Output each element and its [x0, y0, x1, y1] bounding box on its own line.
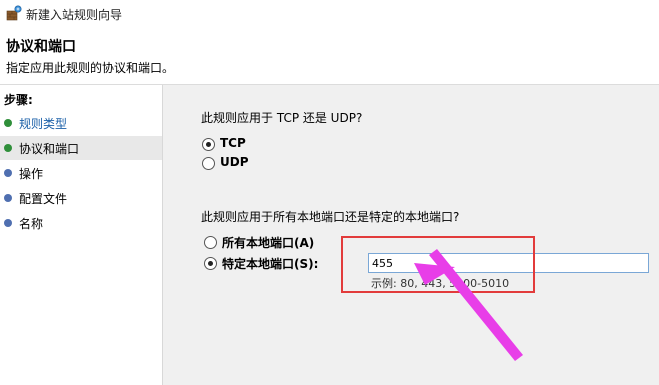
page-subtitle: 指定应用此规则的协议和端口。: [6, 61, 175, 75]
title-bar: 新建入站规则向导: [0, 0, 659, 28]
step-pending-dot-icon: [4, 169, 12, 177]
firewall-wizard-icon: [6, 5, 22, 21]
step-rule-type[interactable]: 规则类型: [0, 111, 162, 135]
radio-label[interactable]: UDP: [220, 155, 249, 169]
step-pending-dot-icon: [4, 194, 12, 202]
radio-label[interactable]: TCP: [220, 136, 246, 150]
step-label: 规则类型: [19, 117, 68, 131]
radio-indicator[interactable]: [204, 257, 217, 270]
radio-indicator[interactable]: [202, 157, 215, 170]
step-completed-dot-icon: [4, 119, 12, 127]
step-action: 操作: [0, 161, 162, 185]
steps-heading: 步骤:: [4, 93, 33, 107]
step-profile: 配置文件: [0, 186, 162, 210]
wizard-header: 协议和端口 指定应用此规则的协议和端口。: [0, 28, 659, 85]
radio-label[interactable]: 特定本地端口(S):: [222, 255, 318, 272]
radio-label[interactable]: 所有本地端口(A): [222, 234, 314, 251]
radio-indicator[interactable]: [202, 138, 215, 151]
port-question: 此规则应用于所有本地端口还是特定的本地端口?: [201, 210, 460, 224]
step-label: 操作: [19, 167, 44, 181]
steps-sidebar: 步骤: 规则类型 协议和端口 操作 配置文件 名称: [0, 85, 163, 385]
step-label: 协议和端口: [19, 142, 80, 156]
step-pending-dot-icon: [4, 219, 12, 227]
step-name: 名称: [0, 211, 162, 235]
step-label: 名称: [19, 217, 44, 231]
step-protocol-ports[interactable]: 协议和端口: [0, 136, 162, 160]
annotation-highlight-box: [341, 236, 535, 293]
window-title: 新建入站规则向导: [26, 8, 123, 22]
radio-indicator[interactable]: [204, 236, 217, 249]
step-label: 配置文件: [19, 192, 68, 206]
protocol-question: 此规则应用于 TCP 还是 UDP?: [201, 111, 363, 125]
page-title: 协议和端口: [6, 39, 76, 55]
step-current-dot-icon: [4, 144, 12, 152]
wizard-content: 此规则应用于 TCP 还是 UDP? TCP UDP 此规则应用于所有本地端口还…: [163, 85, 659, 385]
